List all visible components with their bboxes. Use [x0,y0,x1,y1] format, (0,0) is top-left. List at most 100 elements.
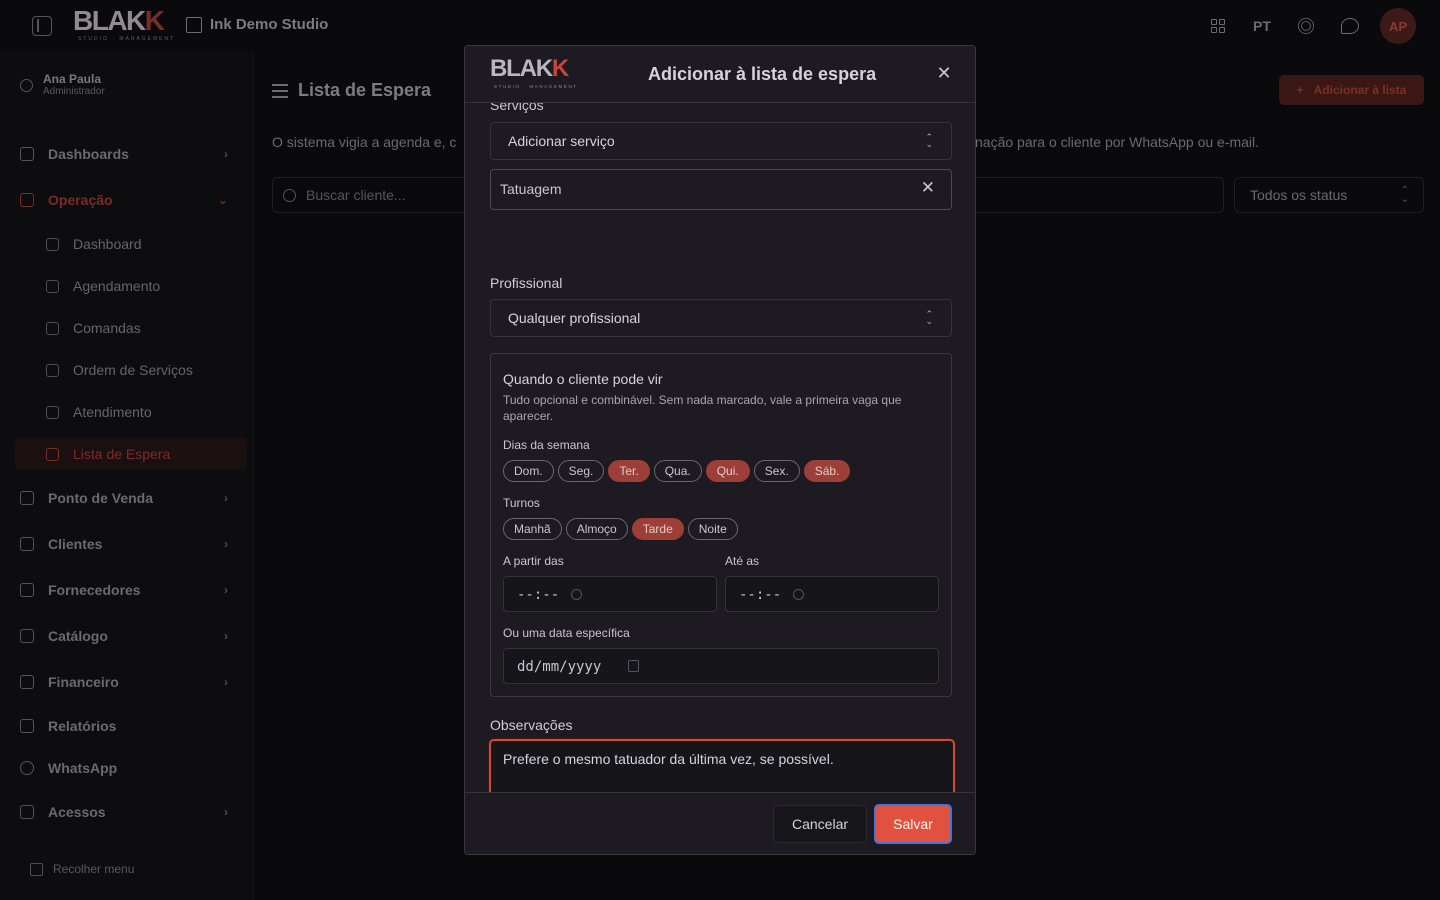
add-waitlist-dialog: BLAKK STUDIO · MANAGEMENT Adicionar à li… [464,45,976,855]
sidebar-subitem-comandas[interactable]: Comandas [46,316,141,340]
professional-select[interactable]: Qualquer profissional ⌃ ⌄ [490,299,952,337]
messages-button[interactable] [1336,8,1364,44]
chip-qua[interactable]: Qua. [653,460,702,482]
sidebar-subitem-lista-espera[interactable]: Lista de Espera [46,442,170,466]
add-to-list-button[interactable]: + Adicionar à lista [1279,75,1424,105]
chip-ter[interactable]: Ter. [608,460,650,482]
studio-selector[interactable]: Ink Demo Studio [186,16,328,33]
clock-icon[interactable] [793,589,804,600]
clipboard-icon [46,363,59,377]
report-icon [20,719,34,733]
sidebar-item-relatorios[interactable]: Relatórios [20,714,240,738]
apps-button[interactable] [1204,8,1232,44]
chevron-down-icon: ⌄ [217,193,228,207]
list-check-icon [272,83,288,98]
cancel-button[interactable]: Cancelar [773,805,867,843]
chevron-updown-icon: ⌃ ⌄ [925,309,933,326]
list-check-icon [46,447,59,461]
chip-dom[interactable]: Dom. [503,460,554,482]
plus-icon: + [1296,83,1304,97]
sun-icon [1301,21,1311,31]
availability-section: Quando o cliente pode vir Tudo opcional … [490,353,952,697]
chip-qui[interactable]: Qui. [705,460,750,482]
sidebar-item-financeiro[interactable]: Financeiro › [20,670,240,694]
save-button[interactable]: Salvar [874,804,952,844]
chevron-right-icon: › [224,805,228,819]
chip-almoco[interactable]: Almoço [565,518,628,540]
dashboard-icon [20,147,34,161]
dialog-logo-subtitle: STUDIO · MANAGEMENT [494,84,578,89]
building-icon [186,16,202,33]
sidebar: Ana Paula Administrador Dashboards › Oper… [0,52,254,900]
sidebar-item-fornecedores[interactable]: Fornecedores › [20,578,240,602]
sidebar-subitem-ordem-servicos[interactable]: Ordem de Serviços [46,358,193,382]
grid-icon [1211,19,1225,33]
chip-manha[interactable]: Manhã [503,518,562,540]
dialog-title: Adicionar à lista de espera [648,64,877,84]
weekday-chips: Dom. Seg. Ter. Qua. Qui. Sex. Sáb. [503,460,851,482]
user-circle-icon [20,78,33,92]
language-button[interactable]: PT [1248,8,1276,44]
sidebar-subitem-atendimento[interactable]: Atendimento [46,400,152,424]
from-time-input[interactable]: --:-- [503,576,717,612]
sidebar-subitem-agendamento[interactable]: Agendamento [46,274,160,298]
chevron-right-icon: › [224,629,228,643]
chip-sex[interactable]: Sex. [753,460,800,482]
until-time-input[interactable]: --:-- [725,576,939,612]
chevron-updown-icon: ⌃ ⌄ [1400,185,1409,205]
status-filter-select[interactable]: Todos os status ⌃ ⌄ [1234,177,1424,213]
specific-date-label: Ou uma data específica [503,626,630,640]
chip-sab[interactable]: Sáb. [803,460,851,482]
edit-icon [46,321,59,335]
remove-service-icon[interactable]: ✕ [921,178,935,198]
clock-icon[interactable] [571,589,582,600]
sidebar-item-acessos[interactable]: Acessos › [20,800,240,824]
message-circle-icon [20,761,34,775]
chevron-right-icon: › [224,583,228,597]
chip-tarde[interactable]: Tarde [631,518,684,540]
sidebar-toggle-icon[interactable] [32,16,52,36]
page-description-left: O sistema vigia a agenda e, c [272,134,457,150]
specific-date-input[interactable]: dd/mm/yyyy [503,648,939,684]
sidebar-item-clientes[interactable]: Clientes › [20,532,240,556]
app-logo: BLAKK [73,5,165,36]
dialog-footer: Cancelar Salvar [465,792,975,854]
theme-toggle-button[interactable] [1292,8,1320,44]
dialog-logo: BLAKK [490,55,569,82]
clipboard-check-icon [46,405,59,419]
building-icon [20,583,34,597]
sidebar-item-operacao[interactable]: Operação ⌄ [20,188,240,212]
sidebar-item-ponto-venda[interactable]: Ponto de Venda › [20,486,240,510]
dialog-body[interactable]: Serviços Adicionar serviço ⌃ ⌄ Tatuagem ✕… [465,103,975,792]
search-placeholder: Buscar cliente... [306,187,406,203]
collapse-menu-button[interactable]: Recolher menu [30,862,134,876]
chevron-right-icon: › [224,491,228,505]
chevron-right-icon: › [224,537,228,551]
notes-textarea[interactable]: Prefere o mesmo tatuador da última vez, … [489,739,955,792]
sidebar-item-whatsapp[interactable]: WhatsApp [20,756,240,780]
calendar-icon[interactable] [628,660,639,672]
users-icon [20,537,34,551]
professional-label: Profissional [490,275,563,291]
close-icon[interactable]: ✕ [934,63,954,83]
services-label: Serviços [490,103,544,113]
sidebar-subitem-dashboard[interactable]: Dashboard [46,232,142,256]
user-info[interactable]: Ana Paula Administrador [20,72,105,98]
service-select[interactable]: Adicionar serviço ⌃ ⌄ [490,122,952,160]
chip-noite[interactable]: Noite [687,518,738,540]
sidebar-item-dashboards[interactable]: Dashboards › [20,142,240,166]
chevron-right-icon: › [224,675,228,689]
chevron-updown-icon: ⌃ ⌄ [925,132,933,149]
weekdays-label: Dias da semana [503,438,590,452]
shifts-label: Turnos [503,496,540,510]
page-title: Lista de Espera [272,80,431,101]
from-time-label: A partir das [503,554,564,568]
availability-description: Tudo opcional e combinável. Sem nada mar… [503,393,902,423]
user-name: Ana Paula [43,72,102,86]
until-time-label: Até as [725,554,760,568]
key-icon [20,805,34,819]
avatar[interactable]: AP [1380,8,1416,44]
availability-title: Quando o cliente pode vir [503,371,663,387]
sidebar-item-catalogo[interactable]: Catálogo › [20,624,240,648]
chip-seg[interactable]: Seg. [557,460,605,482]
